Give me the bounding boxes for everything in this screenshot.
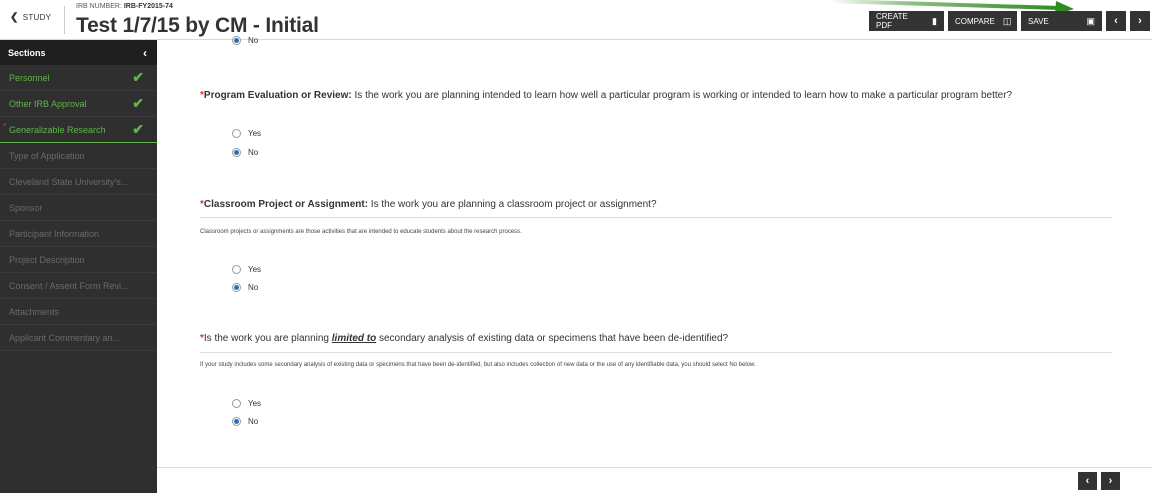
chevron-right-icon: › — [1138, 15, 1142, 27]
previous-page-button[interactable]: ‹ — [1078, 472, 1097, 490]
radio-unselected-icon — [232, 265, 241, 274]
sidebar-item-attachments[interactable]: Attachments — [0, 299, 157, 325]
next-page-button[interactable]: › — [1101, 472, 1120, 490]
compare-button[interactable]: COMPARE ◫ — [948, 11, 1017, 31]
columns-icon: ◫ — [1002, 15, 1012, 26]
create-pdf-button[interactable]: CREATE PDF ▮ — [869, 11, 944, 31]
header-actions: CREATE PDF ▮ COMPARE ◫ SAVE ▣ ‹ › — [869, 11, 1150, 31]
question-text: Is the work you are planning intended to… — [351, 90, 1013, 101]
sidebar-item-project-description[interactable]: Project Description — [0, 247, 157, 273]
chevron-right-icon: › — [1108, 475, 1113, 487]
top-header: ❮ STUDY IRB NUMBER: IRB-FY2015-74 Test 1… — [0, 0, 1152, 40]
question-label: Classroom Project or Assignment: — [203, 199, 369, 210]
chevron-left-icon: ‹ — [1114, 15, 1118, 27]
sidebar-item-cleveland-state-university[interactable]: Cleveland State University's... — [0, 169, 157, 195]
irb-number: IRB-FY2015-74 — [123, 3, 173, 10]
radio-option-label: No — [248, 36, 259, 45]
sidebar-item-label: Participant Information — [9, 228, 100, 239]
question-label: Program Evaluation or Review: — [203, 90, 352, 101]
question-divider — [200, 217, 1112, 218]
radio-selected-icon — [232, 148, 241, 157]
checkmark-icon: ✔ — [132, 69, 144, 85]
sidebar-item-label: Project Description — [9, 254, 85, 265]
question-secondary-analysis: *Is the work you are planning limited to… — [200, 333, 728, 344]
question-text: Is the work you are planning — [203, 333, 332, 344]
radio-option-yes[interactable]: Yes — [232, 399, 261, 408]
radio-option-label: No — [248, 417, 259, 426]
question-emphasis: limited to — [331, 333, 377, 344]
save-button[interactable]: SAVE ▣ — [1021, 11, 1102, 31]
form-content: No *Program Evaluation or Review: Is the… — [157, 36, 1152, 493]
app-window: ❮ STUDY IRB NUMBER: IRB-FY2015-74 Test 1… — [0, 0, 1152, 493]
back-label: STUDY — [22, 13, 52, 22]
sidebar-item-participant-information[interactable]: Participant Information — [0, 221, 157, 247]
question-program-evaluation: *Program Evaluation or Review: Is the wo… — [200, 90, 1012, 101]
irb-number-prefix: IRB NUMBER: — [76, 3, 122, 10]
sidebar-item-personnel[interactable]: Personnel ✔ — [0, 65, 157, 91]
radio-option-yes[interactable]: Yes — [232, 265, 261, 274]
sidebar-item-other-irb-approval[interactable]: Other IRB Approval ✔ — [0, 91, 157, 117]
sections-sidebar: Sections ‹ Personnel ✔ Other IRB Approva… — [0, 40, 157, 493]
radio-option-no[interactable]: No — [232, 148, 258, 157]
question-divider — [200, 352, 1112, 353]
save-label: SAVE — [1028, 16, 1049, 26]
file-icon: ▮ — [932, 15, 937, 26]
sidebar-item-applicant-commentary[interactable]: Applicant Commentary an... — [0, 325, 157, 351]
radio-option-label: Yes — [248, 399, 262, 408]
compare-label: COMPARE — [955, 16, 995, 26]
question-classroom-project: *Classroom Project or Assignment: Is the… — [200, 199, 657, 210]
radio-option-label: No — [248, 283, 259, 292]
page-title: Test 1/7/15 by CM - Initial — [76, 14, 319, 37]
sidebar-item-type-of-application[interactable]: Type of Application — [0, 143, 157, 169]
radio-option-no[interactable]: No — [232, 36, 258, 45]
question-text: Is the work you are planning a classroom… — [368, 199, 657, 210]
sidebar-item-label: Applicant Commentary an... — [9, 332, 121, 343]
radio-option-yes[interactable]: Yes — [232, 129, 261, 138]
required-marker-icon: * — [3, 122, 7, 131]
radio-selected-icon — [232, 417, 241, 426]
radio-option-label: No — [248, 148, 259, 157]
chevron-left-icon: ❮ — [10, 12, 19, 23]
radio-option-label: Yes — [248, 265, 262, 274]
sidebar-item-sponsor[interactable]: Sponsor — [0, 195, 157, 221]
footer-divider — [157, 467, 1152, 468]
question-help-text: Classroom projects or assignments are th… — [200, 229, 522, 235]
next-section-button[interactable]: › — [1130, 11, 1150, 31]
sidebar-item-label: Cleveland State University's... — [9, 176, 129, 187]
radio-option-no[interactable]: No — [232, 417, 258, 426]
sidebar-header: Sections ‹ — [0, 40, 157, 65]
question-help-text: If your study includes some secondary an… — [200, 362, 756, 368]
previous-section-button[interactable]: ‹ — [1106, 11, 1126, 31]
question-text: secondary analysis of existing data or s… — [376, 333, 729, 344]
sidebar-item-label: Generalizable Research — [9, 124, 106, 135]
chevron-left-icon: ‹ — [1085, 475, 1090, 487]
sidebar-item-label: Sponsor — [9, 202, 43, 213]
irb-number-line: IRB NUMBER: IRB-FY2015-74 — [76, 3, 173, 10]
radio-selected-icon — [232, 283, 241, 292]
radio-unselected-icon — [232, 399, 241, 408]
sidebar-item-consent-assent-form[interactable]: Consent / Assent Form Revi... — [0, 273, 157, 299]
header-divider — [64, 6, 65, 34]
sidebar-item-label: Other IRB Approval — [9, 98, 87, 109]
radio-selected-icon — [232, 36, 241, 45]
checkmark-icon: ✔ — [132, 121, 144, 137]
sidebar-item-label: Attachments — [9, 306, 60, 317]
radio-option-label: Yes — [248, 129, 262, 138]
radio-option-no[interactable]: No — [232, 283, 258, 292]
sidebar-item-label: Personnel — [9, 72, 50, 83]
collapse-sidebar-icon[interactable]: ‹ — [143, 46, 147, 60]
back-to-study-button[interactable]: ❮ STUDY — [10, 12, 51, 23]
checkmark-icon: ✔ — [132, 95, 144, 111]
sidebar-heading: Sections — [8, 47, 46, 58]
floppy-disk-icon: ▣ — [1086, 15, 1095, 26]
sidebar-item-generalizable-research[interactable]: * Generalizable Research ✔ — [0, 117, 157, 143]
create-pdf-label: CREATE PDF — [876, 12, 908, 30]
sidebar-item-label: Consent / Assent Form Revi... — [9, 280, 129, 291]
radio-unselected-icon — [232, 129, 241, 138]
sidebar-item-label: Type of Application — [9, 150, 85, 161]
